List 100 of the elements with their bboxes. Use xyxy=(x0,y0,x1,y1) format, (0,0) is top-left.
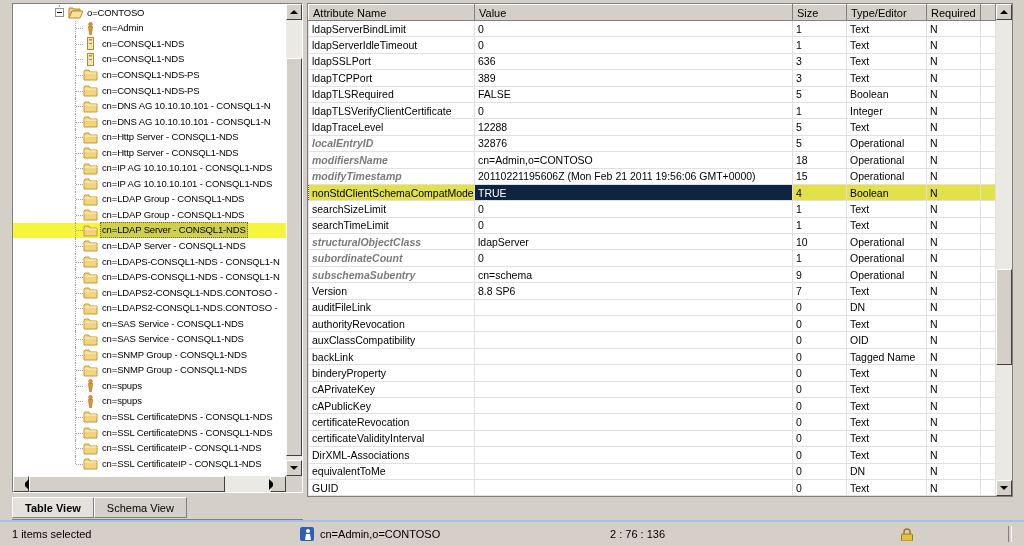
table-row[interactable]: auxClassCompatibility 0 OID N xyxy=(308,331,996,349)
folder-icon xyxy=(83,332,98,346)
tree-item[interactable]: cn=CONSQL1-NDS-PS xyxy=(100,82,202,99)
table-row[interactable]: ldapServerIdleTimeout 0 1 Text N xyxy=(308,36,996,54)
table-row[interactable]: ldapTCPPort 389 3 Text N xyxy=(308,69,996,87)
folder-icon xyxy=(83,130,98,144)
column-header[interactable]: Size xyxy=(792,4,847,21)
table-row[interactable]: GUID 0 Text N xyxy=(308,479,996,496)
tree-item[interactable]: cn=LDAP Group - CONSQL1-NDS xyxy=(100,191,247,208)
column-header[interactable]: Type/Editor xyxy=(846,4,927,21)
tree-item[interactable]: cn=spups xyxy=(100,377,144,394)
user-icon xyxy=(300,527,314,542)
table-row[interactable]: searchTimeLimit 0 1 Text N xyxy=(308,217,996,234)
tree-item[interactable]: cn=IP AG 10.10.10.101 - CONSQL1-NDS xyxy=(100,160,275,177)
tree-item[interactable]: cn=LDAP Server - CONSQL1-NDS xyxy=(100,222,248,239)
table-row[interactable]: authorityRevocation 0 Text N xyxy=(308,315,996,332)
table-row[interactable]: subordinateCount 0 1 Operational N xyxy=(308,249,996,267)
status-position: 2 : 76 : 136 xyxy=(610,528,667,541)
vertical-scrollbar[interactable] xyxy=(286,4,302,476)
column-header[interactable]: Value xyxy=(474,4,793,21)
scroll-thumb[interactable] xyxy=(996,269,1012,365)
tree-item[interactable]: cn=LDAPS-CONSQL1-NDS - CONSQL1-N xyxy=(100,253,282,270)
tree-item[interactable]: cn=SSL CertificateIP - CONSQL1-NDS xyxy=(100,455,264,472)
table-row[interactable]: auditFileLink 0 DN N xyxy=(308,299,996,316)
table-row[interactable]: subschemaSubentry cn=schema 9 Operational N xyxy=(308,266,996,283)
tree-item[interactable]: cn=IP AG 10.10.10.101 - CONSQL1-NDS xyxy=(100,175,275,192)
folder-icon xyxy=(83,239,98,253)
tree-item[interactable]: cn=LDAP Group - CONSQL1-NDS xyxy=(100,206,247,223)
scroll-down-button[interactable] xyxy=(286,460,302,476)
table-row[interactable]: searchSizeLimit 0 1 Text N xyxy=(308,200,996,218)
column-header[interactable]: Required xyxy=(926,4,981,21)
scroll-down-button[interactable] xyxy=(996,480,1012,496)
table-row[interactable]: nonStdClientSchemaCompatMode TRUE 4 Boolean N xyxy=(308,184,996,201)
tree-item[interactable]: cn=CONSQL1-NDS-PS xyxy=(100,66,202,83)
tree-item[interactable]: cn=LDAPS2-CONSQL1-NDS.CONTOSO - xyxy=(100,300,280,317)
tree-item[interactable]: cn=Http Server - CONSQL1-NDS xyxy=(100,144,241,161)
table-row[interactable]: Version 8.8 SP6 7 Text N xyxy=(308,282,996,300)
tree-item[interactable]: cn=SSL CertificateDNS - CONSQL1-NDS xyxy=(100,424,275,441)
table-row[interactable]: backLink 0 Tagged Name N xyxy=(308,348,996,365)
table-row[interactable]: DirXML-Associations 0 Text N xyxy=(308,446,996,464)
column-header[interactable]: Attribute Name xyxy=(308,4,475,21)
vertical-scrollbar[interactable] xyxy=(996,4,1012,496)
tree-item[interactable]: cn=CONSQL1-NDS xyxy=(100,35,187,52)
folder-icon xyxy=(83,317,98,331)
tree-item[interactable]: cn=SNMP Group - CONSQL1-NDS xyxy=(100,346,249,363)
open-folder-icon xyxy=(68,6,83,20)
folder-icon xyxy=(83,115,98,129)
tree-item[interactable]: cn=LDAP Server - CONSQL1-NDS xyxy=(100,238,248,254)
folder-icon xyxy=(83,426,98,440)
scroll-up-button[interactable] xyxy=(286,4,302,20)
tree-item[interactable]: cn=DNS AG 10.10.10.101 - CONSQL1-N xyxy=(100,98,273,115)
table-row[interactable]: modifyTimestamp 20110221195606Z (Mon Feb 21 2011 19:56:06 GMT+0000) 15 Operational N xyxy=(308,168,996,185)
table-row[interactable]: equivalentToMe 0 DN N xyxy=(308,463,996,480)
table-row[interactable]: cAPrivateKey 0 Text N xyxy=(308,381,996,398)
table-row[interactable]: ldapSSLPort 636 3 Text N xyxy=(308,53,996,70)
folder-icon xyxy=(83,410,98,424)
table-row[interactable]: ldapTLSRequired FALSE 5 Boolean N xyxy=(308,86,996,103)
tree-item[interactable]: cn=LDAPS2-CONSQL1-NDS.CONTOSO - xyxy=(100,284,280,301)
scroll-up-button[interactable] xyxy=(996,4,1012,20)
scroll-thumb[interactable] xyxy=(286,58,302,456)
table-row[interactable]: certificateRevocation 0 Text N xyxy=(308,413,996,431)
scroll-left-button[interactable] xyxy=(13,476,29,492)
folder-icon xyxy=(83,348,98,362)
tree-item[interactable]: cn=SSL CertificateDNS - CONSQL1-NDS xyxy=(100,409,275,425)
folder-icon xyxy=(83,68,98,82)
tree-item[interactable]: o=CONTOSO xyxy=(85,4,147,21)
horizontal-scrollbar[interactable] xyxy=(13,476,286,492)
table-row[interactable]: cAPublicKey 0 Text N xyxy=(308,397,996,414)
tree-item[interactable]: cn=DNS AG 10.10.10.101 - CONSQL1-N xyxy=(100,113,273,130)
tree-item[interactable]: cn=Http Server - CONSQL1-NDS xyxy=(100,129,241,146)
tab[interactable]: Table View xyxy=(12,497,94,518)
tab[interactable]: Schema View xyxy=(93,497,187,518)
table-row[interactable]: binderyProperty 0 Text N xyxy=(308,364,996,382)
lock-icon xyxy=(900,527,914,541)
folder-icon xyxy=(83,177,98,191)
tree-item[interactable]: cn=CONSQL1-NDS xyxy=(100,51,187,68)
table-row[interactable]: ldapTraceLevel 12288 5 Text N xyxy=(308,118,996,136)
tree-item[interactable]: cn=LDAPS-CONSQL1-NDS - CONSQL1-N xyxy=(100,269,282,286)
folder-icon xyxy=(83,363,98,377)
table-row[interactable]: ldapServerBindLimit 0 1 Text N xyxy=(308,20,996,37)
status-text: 1 items selected xyxy=(11,528,93,541)
table-row[interactable]: modifiersName cn=Admin,o=CONTOSO 18 Operational N xyxy=(308,151,996,168)
tree-item[interactable]: cn=SAS Service - CONSQL1-NDS xyxy=(100,315,246,332)
tree-item[interactable]: cn=SSL CertificateIP - CONSQL1-NDS xyxy=(100,440,264,457)
minus-icon[interactable] xyxy=(55,8,64,18)
folder-icon xyxy=(83,223,98,237)
scroll-right-button[interactable] xyxy=(270,476,286,492)
table-row[interactable]: localEntryID 32876 5 Operational N xyxy=(308,135,996,152)
tree-item[interactable]: cn=spups xyxy=(100,393,144,410)
folder-icon xyxy=(83,99,98,113)
tree-item[interactable]: cn=Admin xyxy=(100,20,146,37)
table-row[interactable]: structuralObjectClass ldapServer 10 Operational N xyxy=(308,233,996,250)
table-row[interactable]: certificateValidityInterval 0 Text N xyxy=(308,430,996,447)
scroll-thumb[interactable] xyxy=(29,476,225,492)
folder-icon xyxy=(83,441,98,455)
folder-icon xyxy=(83,146,98,160)
folder-icon xyxy=(83,192,98,206)
tree-item[interactable]: cn=SAS Service - CONSQL1-NDS xyxy=(100,331,246,348)
table-row[interactable]: ldapTLSVerifyClientCertificate 0 1 Integer N xyxy=(308,102,996,119)
tree-item[interactable]: cn=SNMP Group - CONSQL1-NDS xyxy=(100,362,249,379)
